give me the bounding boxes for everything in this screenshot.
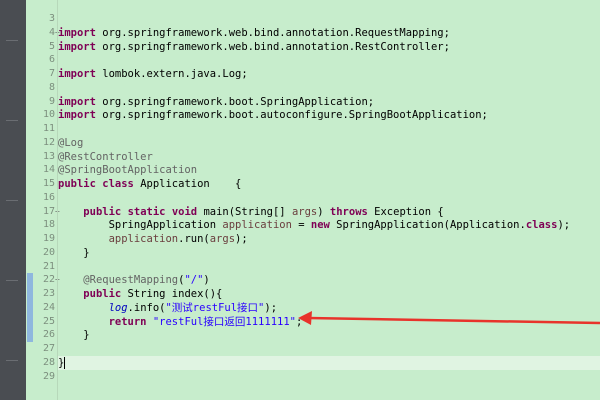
annotation-arrow bbox=[298, 311, 600, 325]
arrow-head bbox=[298, 311, 312, 325]
arrow-shaft bbox=[307, 316, 600, 325]
